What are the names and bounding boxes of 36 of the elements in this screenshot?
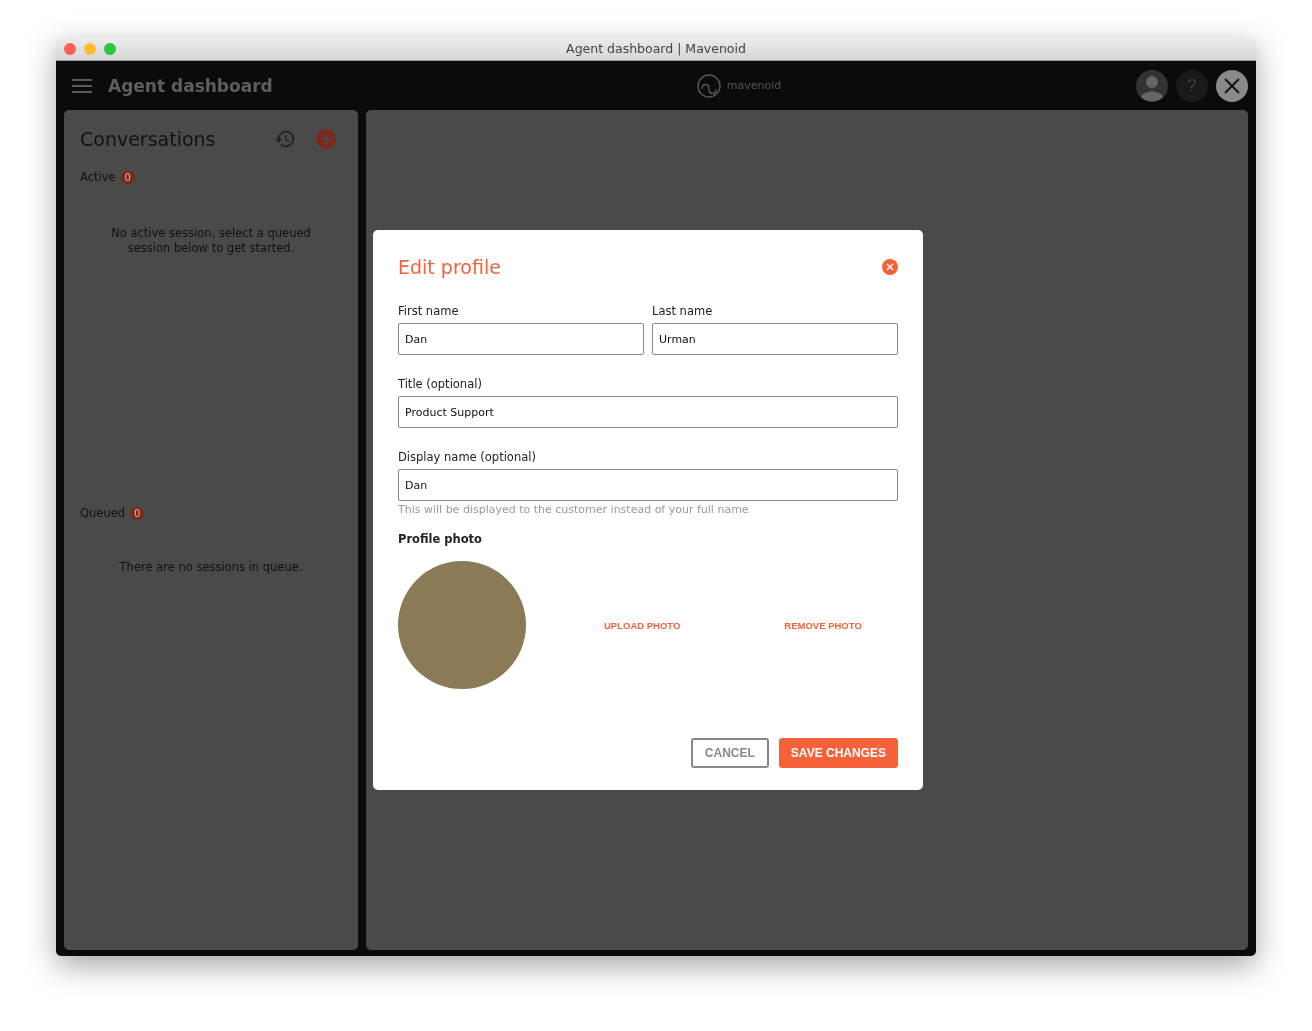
history-icon[interactable] <box>274 128 296 150</box>
close-window-button[interactable] <box>64 42 76 55</box>
field-label: Display name (optional) <box>398 450 537 464</box>
minimize-window-button[interactable] <box>84 42 96 55</box>
section-label: Queued <box>80 506 126 520</box>
text-field[interactable]: Product Support <box>398 396 898 428</box>
field-label: Last name <box>652 304 714 318</box>
logo-text: mavenoid <box>726 79 782 92</box>
panel-title: Conversations <box>80 128 216 150</box>
text-field[interactable]: Dan <box>398 323 644 355</box>
avatar-icon[interactable] <box>1136 69 1168 102</box>
section-label: Profile photo <box>398 532 483 546</box>
close-icon <box>1224 77 1240 94</box>
cancel-button[interactable]: CANCEL <box>690 738 769 768</box>
logo-icon <box>696 73 721 98</box>
field-label: First name <box>398 304 460 318</box>
section-label: Active <box>80 170 116 184</box>
help-button[interactable]: ? <box>1176 69 1208 102</box>
field-label: Title (optional) <box>398 377 483 391</box>
count-badge: 0 <box>130 506 145 520</box>
dialog-title: Edit profile <box>398 256 501 278</box>
empty-message: There are no sessions in queue. <box>118 560 304 575</box>
remove-photo-button[interactable]: REMOVE PHOTO <box>784 619 862 631</box>
close-button[interactable] <box>1216 69 1248 102</box>
menu-icon[interactable] <box>72 78 92 93</box>
upload-photo-button[interactable]: UPLOAD PHOTO <box>604 619 681 631</box>
save-button[interactable]: SAVE CHANGES <box>778 738 898 768</box>
close-icon[interactable] <box>882 259 898 275</box>
empty-message: No active session, select a queued session below to get started. <box>110 226 312 256</box>
field-hint: This will be displayed to the customer instead of your full name <box>398 503 750 516</box>
text-field[interactable]: Urman <box>652 323 898 355</box>
window-title: Agent dashboard | Mavenoid <box>566 41 747 56</box>
text-field[interactable]: Dan <box>398 469 898 501</box>
count-badge: 0 <box>120 170 135 184</box>
zoom-window-button[interactable] <box>104 42 116 55</box>
app-title: Agent dashboard <box>108 75 273 96</box>
